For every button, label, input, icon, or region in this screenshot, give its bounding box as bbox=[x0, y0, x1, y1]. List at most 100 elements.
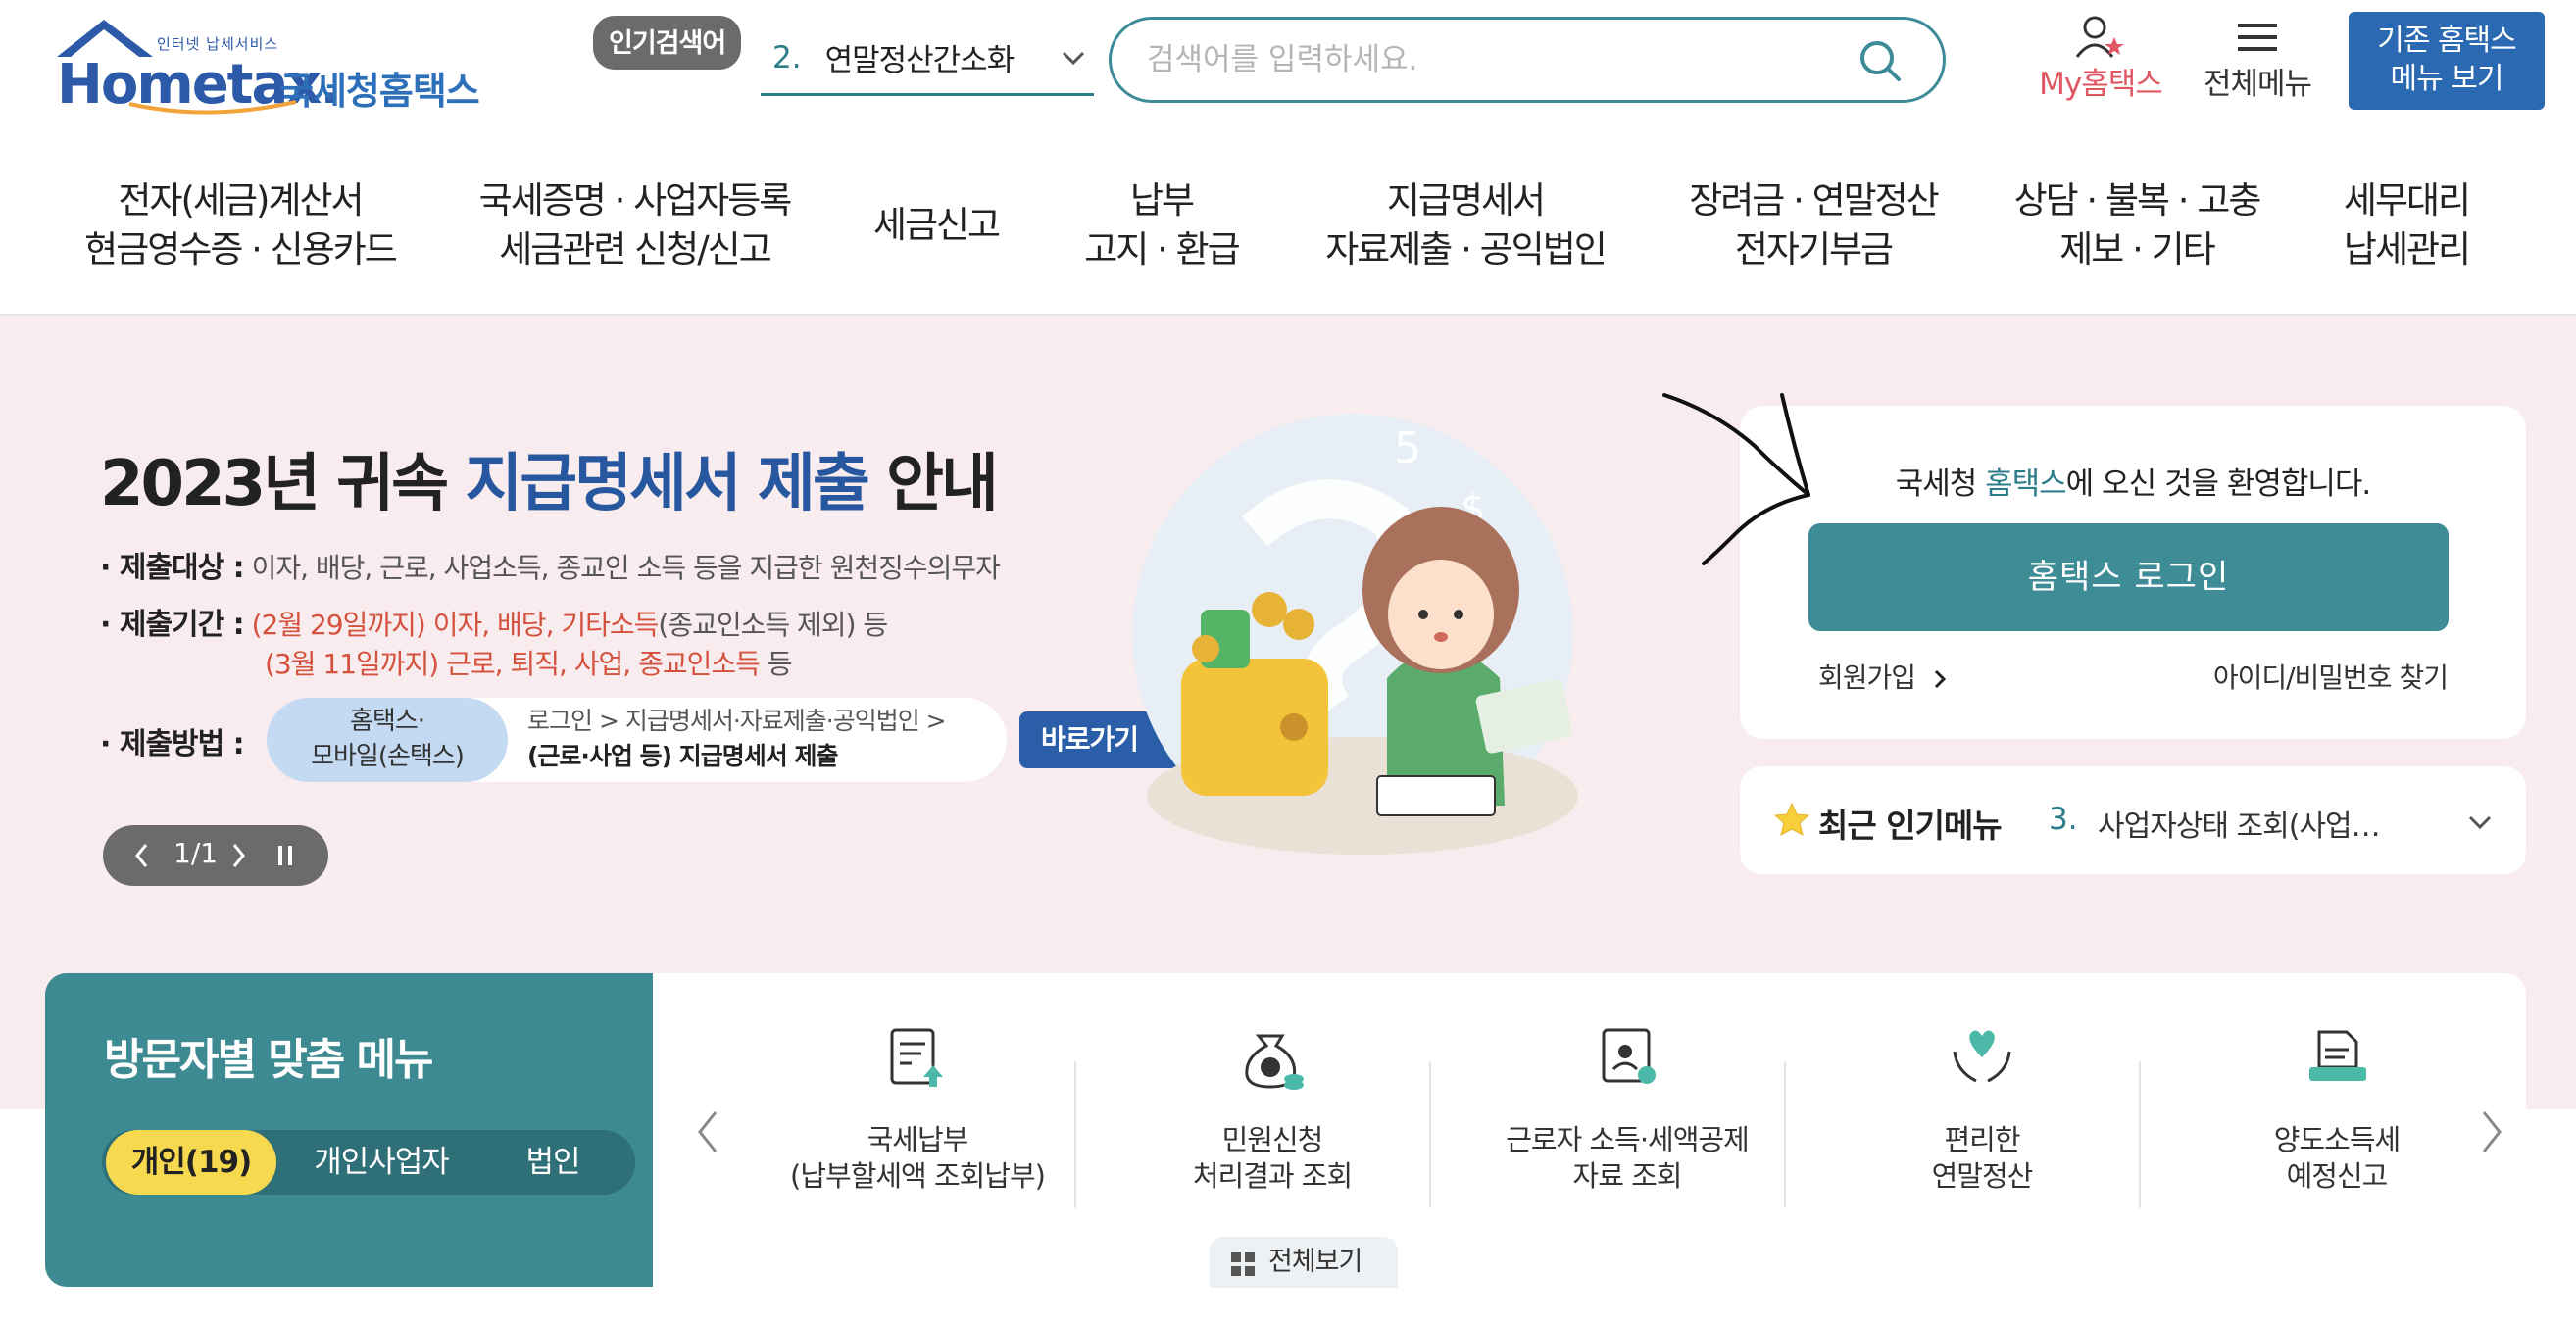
grid-icon bbox=[1231, 1252, 1255, 1276]
hero-title[interactable]: 2023년 귀속 지급명세서 제출 안내 bbox=[100, 433, 999, 523]
logo-tagline: 인터넷 납세서비스 bbox=[157, 35, 279, 53]
welcome-highlight: 홈택스 bbox=[1985, 466, 2067, 502]
recent-term: 사업자상태 조회(사업… bbox=[2098, 809, 2381, 844]
hometax-logo[interactable]: 인터넷 납세서비스 Hometax. 국세청홈택스 bbox=[51, 14, 482, 122]
next-arrow-icon[interactable] bbox=[2478, 1108, 2505, 1155]
all-menu-label: 전체메뉴 bbox=[2203, 67, 2312, 102]
logo-korean: 국세청홈택스 bbox=[279, 70, 480, 113]
gnb-label: 상담 · 불복 · 고충 bbox=[2013, 179, 2262, 221]
welcome-post: 에 오신 것을 환영합니다. bbox=[2065, 466, 2372, 502]
gnb-item-consultation[interactable]: 상담 · 불복 · 고충 제보 · 기타 bbox=[2005, 176, 2269, 274]
visitor-tabs: 개인(19) 개인사업자 법인 bbox=[102, 1130, 635, 1195]
quick-item-year-end[interactable]: 편리한 연말정산 bbox=[1806, 1022, 2158, 1195]
find-id-password-link[interactable]: 아이디/비밀번호 찾기 bbox=[2213, 657, 2449, 696]
method-box: 홈택스· 모바일(손택스) 로그인 > 지급명세서·자료제출·공익법인 > (근… bbox=[267, 698, 1007, 782]
hero-period-row: · 제출기간 : (2월 29일까지) 이자, 배당, 기타소득(종교인소득 제… bbox=[100, 600, 888, 643]
hero-title-highlight: 지급명세서 제출 bbox=[465, 448, 869, 520]
quick-item-label: 연말정산 bbox=[1931, 1159, 2034, 1193]
old-menu-button[interactable]: 기존 홈택스 메뉴 보기 bbox=[2349, 12, 2545, 110]
quick-item-civil-request[interactable]: 민원신청 처리결과 조회 bbox=[1096, 1022, 1449, 1195]
gnb-item-payment[interactable]: 납부 고지 · 환급 bbox=[1068, 176, 1255, 274]
quick-item-label: 처리결과 조회 bbox=[1192, 1159, 1353, 1193]
quick-item-label: 민원신청 bbox=[1221, 1123, 1324, 1156]
gnb-item-incentive[interactable]: 장려금 · 연말정산 전자기부금 bbox=[1671, 176, 1956, 274]
prev-slide-icon[interactable] bbox=[132, 842, 152, 869]
quick-item-worker-deduction[interactable]: 근로자 소득·세액공제 자료 조회 bbox=[1451, 1022, 1804, 1195]
star-icon bbox=[1773, 802, 1810, 836]
gnb-item-certificate[interactable]: 국세증명 · 사업자등록 세금관련 신청/신고 bbox=[461, 176, 809, 274]
prev-arrow-icon[interactable] bbox=[694, 1108, 721, 1155]
hero-method-label-row: · 제출방법 : bbox=[100, 719, 245, 762]
all-menu-button[interactable]: 전체메뉴 bbox=[2194, 14, 2321, 102]
gnb-label: 자료제출 · 공익법인 bbox=[1325, 228, 1608, 270]
login-button[interactable]: 홈택스 로그인 bbox=[1808, 523, 2449, 631]
gnb-label: 세금신고 bbox=[872, 204, 1001, 246]
quick-item-label: 편리한 bbox=[1944, 1123, 2020, 1156]
tab-corporation[interactable]: 법인 bbox=[494, 1130, 612, 1195]
search-icon[interactable] bbox=[1857, 37, 1904, 84]
view-all-button[interactable]: 전체보기 bbox=[1210, 1237, 1398, 1288]
gnb-label: 제보 · 기타 bbox=[2059, 228, 2215, 270]
heart-hands-icon bbox=[1953, 1030, 2011, 1083]
recent-title: 최근 인기메뉴 bbox=[1818, 807, 2003, 845]
visitor-menu-title: 방문자별 맞춤 메뉴 bbox=[104, 1035, 433, 1085]
gnb-item-payment-statement[interactable]: 지급명세서 자료제출 · 공익법인 bbox=[1313, 176, 1617, 274]
chevron-down-icon bbox=[1062, 51, 1085, 66]
quick-separator bbox=[1784, 1061, 1786, 1208]
join-link[interactable]: 회원가입 bbox=[1818, 657, 1947, 696]
recent-popular-menu[interactable]: 최근 인기메뉴 3. 사업자상태 조회(사업… bbox=[1740, 766, 2526, 874]
gnb-label: 세무대리 bbox=[2343, 179, 2471, 221]
quick-item-label: 근로자 소득·세액공제 bbox=[1506, 1123, 1750, 1156]
quick-separator bbox=[1074, 1061, 1076, 1208]
goto-label: 바로가기 bbox=[1041, 723, 1139, 756]
visitor-menu-panel: 방문자별 맞춤 메뉴 개인(19) 개인사업자 법인 bbox=[45, 973, 653, 1287]
target-label: · 제출대상 : bbox=[100, 551, 245, 585]
gnb-label: 전자기부금 bbox=[1734, 228, 1894, 270]
tab-individual[interactable]: 개인(19) bbox=[106, 1130, 276, 1195]
tab-sole-proprietor[interactable]: 개인사업자 bbox=[288, 1130, 474, 1195]
svg-text:5: 5 bbox=[1394, 423, 1421, 473]
gnb-label: 납세관리 bbox=[2343, 228, 2471, 270]
money-bag-icon bbox=[1245, 1034, 1304, 1090]
login-card: 국세청 홈택스에 오신 것을 환영합니다. 홈택스 로그인 회원가입 아이디/비… bbox=[1740, 406, 2526, 739]
gnb-label: 세금관련 신청/신고 bbox=[499, 228, 772, 270]
search-input[interactable] bbox=[1147, 35, 1833, 84]
banner-pager: 1/1 bbox=[103, 825, 328, 886]
popular-search-select[interactable]: 2. 연말정산간소화 bbox=[761, 22, 1094, 96]
gnb-label: 납부 bbox=[1129, 179, 1195, 221]
method-pill: 홈택스· 모바일(손택스) bbox=[267, 698, 508, 782]
gnb-label: 지급명세서 bbox=[1386, 179, 1546, 221]
hero-title-post: 안내 bbox=[867, 448, 999, 520]
period2-rest: 등 bbox=[759, 648, 793, 680]
pause-icon[interactable] bbox=[275, 843, 295, 868]
period-label: · 제출기간 : bbox=[100, 608, 245, 642]
user-icon bbox=[2075, 16, 2124, 58]
my-hometax-button[interactable]: My홈택스 bbox=[2027, 14, 2174, 102]
popular-search-term: 연말정산간소화 bbox=[824, 43, 1016, 78]
welcome-pre: 국세청 bbox=[1895, 466, 1986, 502]
quick-separator bbox=[2139, 1061, 2141, 1208]
hero-target-row: · 제출대상 : 이자, 배당, 근로, 사업소득, 종교인 소득 등을 지급한… bbox=[100, 543, 1001, 586]
method-label: · 제출방법 : bbox=[100, 727, 245, 761]
gnb-label: 고지 · 환급 bbox=[1084, 228, 1240, 270]
view-all-label: 전체보기 bbox=[1268, 1247, 1362, 1277]
logo-swoosh-icon bbox=[128, 100, 297, 115]
target-text: 이자, 배당, 근로, 사업소득, 종교인 소득 등을 지급한 원천징수의무자 bbox=[251, 552, 1001, 584]
document-tray-icon bbox=[2309, 1030, 2366, 1081]
period1-red: (2월 29일까지) 이자, 배당, 기타소득 bbox=[251, 609, 660, 641]
quick-item-capital-gains[interactable]: 양도소득세 예정신고 bbox=[2160, 1022, 2513, 1195]
pager-count: 1/1 bbox=[173, 837, 219, 869]
quick-item-tax-payment[interactable]: 국세납부 (납부할세액 조회납부) bbox=[741, 1022, 1094, 1195]
quick-item-label: 양도소득세 bbox=[2273, 1123, 2401, 1156]
next-slide-icon[interactable] bbox=[228, 842, 248, 869]
hero-title-pre: 2023년 귀속 bbox=[100, 448, 466, 520]
search-box bbox=[1109, 17, 1946, 103]
hero-period-row-2: (3월 11일까지) 근로, 퇴직, 사업, 종교인소득 등 bbox=[265, 643, 793, 682]
gnb-item-e-invoice[interactable]: 전자(세금)계산서 현금영수증 · 신용카드 bbox=[78, 176, 402, 274]
gnb-item-tax-agent[interactable]: 세무대리 납세관리 bbox=[2323, 176, 2490, 274]
gnb-label: 국세증명 · 사업자등록 bbox=[478, 179, 793, 221]
gnb-label: 장려금 · 연말정산 bbox=[1689, 179, 1940, 221]
gnb-item-tax-return[interactable]: 세금신고 bbox=[863, 201, 1010, 250]
period1-rest: (종교인소득 제외) 등 bbox=[658, 609, 888, 641]
main-navigation: 전자(세금)계산서 현금영수증 · 신용카드 국세증명 · 사업자등록 세금관련… bbox=[0, 176, 2576, 316]
